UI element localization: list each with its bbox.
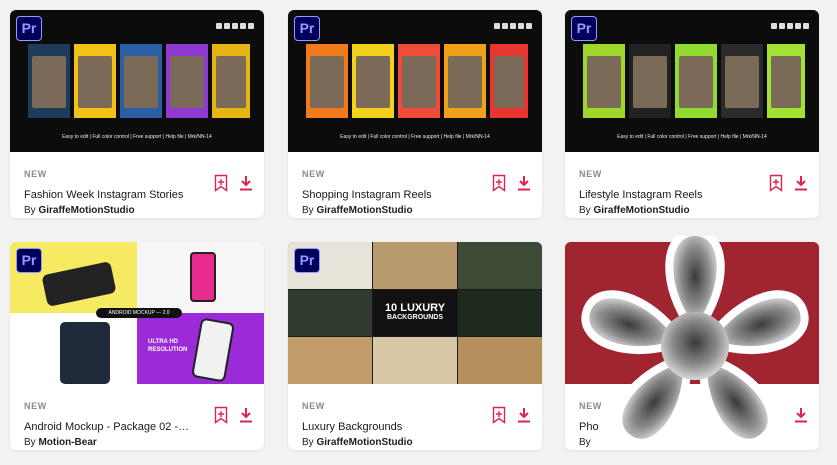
mockup-caption: ANDROID MOCKUP — 2.0 [96,308,182,318]
thumbnail-footer: Easy to edit | Full color control | Free… [340,134,490,140]
thumbnail-footer: Easy to edit | Full color control | Free… [62,134,212,140]
thumbnail-shopping-reels[interactable]: Pr Easy to edit | Full color control | F… [288,10,542,152]
author-name[interactable]: Motion-Bear [38,437,96,448]
bookmark-add-icon[interactable] [492,406,506,424]
bg-tile [373,337,457,384]
thumbnail-luxury-backgrounds[interactable]: 10 LUXURY BACKGROUNDS Pr [288,242,542,384]
story-panel [74,44,116,118]
card-title[interactable]: Fashion Week Instagram Stories [24,189,204,201]
thumbnail-footer: Easy to edit | Full color control | Free… [617,134,767,140]
story-panel [767,44,805,118]
thumbnail-fashion-week[interactable]: Pr Easy to edit | Full color control | F… [10,10,264,152]
luxury-caption: 10 LUXURY BACKGROUNDS [373,290,457,336]
caption-line2: BACKGROUNDS [387,314,443,321]
bookmark-add-icon[interactable] [214,174,228,192]
download-icon[interactable] [516,175,532,191]
card-title[interactable]: Luxury Backgrounds [302,421,482,433]
thumbnail-android-mockup[interactable]: ANDROID MOCKUP — 2.0 ULTRA HD RESOLUTION… [10,242,264,384]
caption-line1: 10 LUXURY [384,302,446,314]
story-panel [675,44,717,118]
thumbnail-lifestyle-reels[interactable]: Pr Easy to edit | Full color control | F… [565,10,819,152]
bg-tile [458,337,542,384]
author-name[interactable]: GiraffeMotionStudio [316,437,412,448]
bg-tile [458,290,542,336]
story-panel [352,44,394,118]
bookmark-add-icon[interactable] [492,174,506,192]
card-meta: NEW Shopping Instagram Reels By GiraffeM… [288,152,542,218]
download-icon[interactable] [516,407,532,423]
social-icons [771,23,809,29]
card-android-mockup[interactable]: ANDROID MOCKUP — 2.0 ULTRA HD RESOLUTION… [10,242,264,450]
story-panel [629,44,671,118]
author-name[interactable]: GiraffeMotionStudio [38,205,134,216]
story-panel [490,44,528,118]
author-name[interactable]: GiraffeMotionStudio [316,205,412,216]
bg-tile [288,337,372,384]
story-panel [166,44,208,118]
card-fashion-week[interactable]: Pr Easy to edit | Full color control | F… [10,10,264,218]
card-author[interactable]: By Motion-Bear [24,437,97,448]
card-title[interactable]: Shopping Instagram Reels [302,189,482,201]
card-meta: NEW Luxury Backgrounds By GiraffeMotionS… [288,384,542,450]
story-panel [120,44,162,118]
card-luxury-backgrounds[interactable]: 10 LUXURY BACKGROUNDS Pr NEW Luxury Back… [288,242,542,450]
bg-tile [373,242,457,289]
premiere-pro-icon: Pr [16,16,42,41]
author-prefix: By [302,205,314,216]
story-panel [444,44,486,118]
bg-tile [458,242,542,289]
social-icons [216,23,254,29]
phone-mockup [60,322,110,384]
author-name[interactable]: GiraffeMotionStudio [593,205,689,216]
new-badge: NEW [24,169,47,179]
bookmark-add-icon[interactable] [769,174,783,192]
author-prefix: By [24,205,36,216]
premiere-pro-icon: Pr [294,16,320,41]
new-badge: NEW [579,169,602,179]
card-meta: NEW Fashion Week Instagram Stories By Gi… [10,152,264,218]
premiere-pro-icon: Pr [16,248,42,273]
card-title[interactable]: Lifestyle Instagram Reels [579,189,759,201]
card-author[interactable]: By GiraffeMotionStudio [24,205,135,216]
social-icons [494,23,532,29]
author-prefix: By [24,437,36,448]
card-meta: NEW Android Mockup - Package 02 - Pre...… [10,384,264,450]
asterisk-overlay-icon [581,236,809,447]
card-author[interactable]: By GiraffeMotionStudio [579,205,690,216]
card-meta: NEW Lifestyle Instagram Reels By Giraffe… [565,152,819,218]
story-panel [212,44,250,118]
story-panel [583,44,625,118]
download-icon[interactable] [238,407,254,423]
bookmark-add-icon[interactable] [214,406,228,424]
card-author[interactable]: By GiraffeMotionStudio [302,205,413,216]
card-shopping-reels[interactable]: Pr Easy to edit | Full color control | F… [288,10,542,218]
card-author[interactable]: By GiraffeMotionStudio [302,437,413,448]
story-panel [398,44,440,118]
download-icon[interactable] [238,175,254,191]
phone-mockup [190,252,216,302]
new-badge: NEW [302,401,325,411]
hd-caption: ULTRA HD RESOLUTION [148,339,188,353]
story-panel [721,44,763,118]
download-icon[interactable] [793,175,809,191]
card-lifestyle-reels[interactable]: Pr Easy to edit | Full color control | F… [565,10,819,218]
author-prefix: By [302,437,314,448]
bg-tile [288,290,372,336]
card-title[interactable]: Android Mockup - Package 02 - Pre... [24,421,190,433]
premiere-pro-icon: Pr [571,16,597,41]
premiere-pro-icon: Pr [294,248,320,273]
story-panel [28,44,70,118]
story-panel [306,44,348,118]
new-badge: NEW [302,169,325,179]
new-badge: NEW [24,401,47,411]
author-prefix: By [579,205,591,216]
